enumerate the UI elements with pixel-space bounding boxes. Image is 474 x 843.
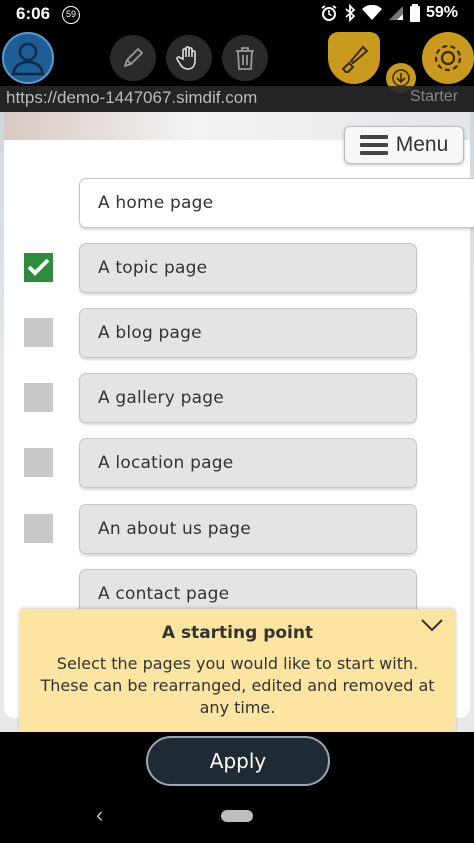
status-bar: 6:06 59 59% (0, 0, 474, 30)
status-icons: 59% (320, 4, 458, 22)
page-item-label: A blog page (98, 323, 202, 343)
page-item-label: A gallery page (98, 388, 224, 408)
trash-icon (236, 47, 254, 70)
checkbox-topic-page[interactable] (24, 253, 53, 282)
info-panel: A starting point Select the pages you wo… (19, 609, 456, 731)
url-bar: https://demo-1447067.simdif.com (0, 86, 474, 112)
home-pill[interactable] (221, 810, 253, 822)
alarm-icon (321, 5, 337, 21)
design-button[interactable] (328, 32, 380, 84)
page-item-home[interactable]: A home page (79, 178, 474, 228)
menu-button[interactable]: Menu (344, 126, 464, 164)
info-line: These can be rearranged, edited and remo… (40, 676, 435, 695)
page-item-label: A home page (98, 193, 214, 213)
wifi-icon (361, 5, 382, 20)
status-time: 6:06 (16, 4, 51, 23)
page-item-label: A location page (98, 453, 234, 473)
page-item-about[interactable]: An about us page (79, 504, 417, 554)
notification-badge: 59 (62, 6, 80, 24)
signal-icon (388, 6, 403, 20)
account-button[interactable] (2, 32, 54, 84)
checkbox-gallery-page[interactable] (24, 383, 53, 412)
gear-icon (434, 44, 462, 72)
user-icon (11, 42, 45, 76)
checkbox-about-page[interactable] (24, 514, 53, 543)
system-nav-bar: ‹ (0, 794, 474, 843)
back-button[interactable]: ‹ (96, 802, 103, 828)
page-item-gallery[interactable]: A gallery page (79, 373, 417, 423)
page-item-label: A contact page (98, 584, 230, 604)
page-item-location[interactable]: A location page (79, 438, 417, 488)
checkbox-location-page[interactable] (24, 448, 53, 477)
starter-label: Starter (410, 88, 459, 105)
download-icon (392, 69, 410, 87)
menu-label: Menu (395, 133, 449, 156)
battery-percent: 59% (425, 4, 458, 21)
chevron-down-icon (421, 619, 443, 632)
info-body: Select the pages you would like to start… (29, 653, 446, 719)
hand-icon (176, 46, 196, 70)
battery-icon (409, 4, 420, 22)
action-bar: Apply (0, 732, 474, 794)
editor-toolbar (0, 30, 474, 93)
settings-button[interactable] (422, 32, 474, 84)
collapse-button[interactable] (420, 617, 444, 637)
screen: 6:06 59 59% https://demo-1447067.simdif.… (0, 0, 474, 843)
apply-button[interactable]: Apply (146, 736, 330, 786)
hamburger-icon (359, 131, 388, 159)
brush-icon (341, 45, 369, 73)
page-item-label: An about us page (98, 519, 251, 539)
checkbox-blog-page[interactable] (24, 318, 53, 347)
info-line: any time. (199, 698, 276, 717)
bluetooth-icon (345, 4, 356, 22)
move-button[interactable] (166, 35, 212, 81)
delete-button[interactable] (222, 35, 268, 81)
page-item-blog[interactable]: A blog page (79, 308, 417, 358)
url-text: https://demo-1447067.simdif.com (6, 88, 258, 107)
pencil-icon (123, 47, 144, 68)
info-line: Select the pages you would like to start… (56, 654, 419, 673)
page-item-label: A topic page (98, 258, 208, 278)
info-title: A starting point (161, 623, 314, 643)
edit-button[interactable] (110, 35, 156, 81)
page-item-topic[interactable]: A topic page (79, 243, 417, 293)
checkmark-icon (27, 258, 50, 276)
